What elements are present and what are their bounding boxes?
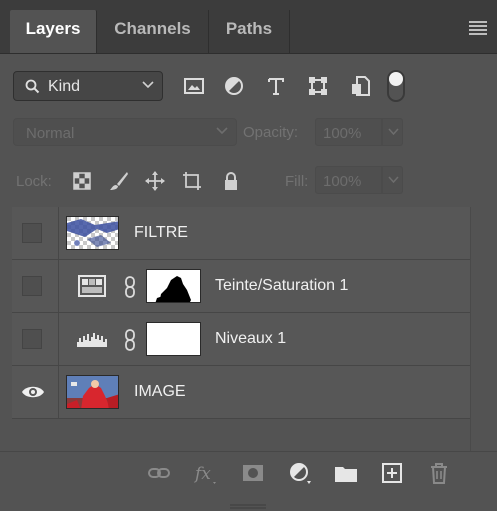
lock-image-pixels-icon[interactable] <box>108 170 130 192</box>
tab-channels[interactable]: Channels <box>97 10 209 53</box>
layers-empty-area <box>12 419 470 451</box>
kind-label: Kind <box>48 78 81 95</box>
layer-row[interactable]: Niveaux 1 <box>12 313 470 366</box>
tab-paths[interactable]: Paths <box>209 10 290 53</box>
chevron-down-icon <box>388 176 399 184</box>
layer-name[interactable]: IMAGE <box>134 383 186 401</box>
layers-scrollbar[interactable] <box>470 207 497 451</box>
hue-saturation-icon[interactable] <box>78 275 106 297</box>
link-icon[interactable] <box>123 328 137 352</box>
visibility-toggle[interactable] <box>12 366 59 418</box>
layer-row[interactable]: IMAGE <box>12 366 470 419</box>
lock-label: Lock: <box>16 173 52 190</box>
resize-grip[interactable] <box>228 503 268 509</box>
layers-panel: Layers Channels Paths Kind Normal Opacit… <box>0 0 497 511</box>
fill-label: Fill: <box>285 173 309 190</box>
chevron-down-icon <box>216 127 228 135</box>
layer-name[interactable]: Niveaux 1 <box>215 330 286 348</box>
lock-transparent-pixels-icon[interactable] <box>71 170 93 192</box>
search-icon <box>25 79 40 94</box>
opacity-label: Opacity: <box>243 124 299 141</box>
pixel-layer-filter-icon[interactable] <box>182 74 206 98</box>
link-icon[interactable] <box>123 275 137 299</box>
filter-toggle-icon[interactable] <box>386 69 406 103</box>
lock-artboard-icon[interactable] <box>181 170 203 192</box>
opacity-value: 100% <box>323 125 362 142</box>
blend-mode-select[interactable]: Normal <box>13 118 237 146</box>
visibility-toggle[interactable] <box>12 313 59 365</box>
layer-row[interactable]: FILTRE <box>12 207 470 260</box>
layer-thumbnail <box>66 216 119 250</box>
blend-mode-value: Normal <box>26 125 75 142</box>
new-adjustment-icon[interactable] <box>288 461 312 485</box>
chevron-down-icon <box>142 81 154 89</box>
link-layers-icon[interactable] <box>147 461 171 485</box>
fill-dropdown-button[interactable] <box>382 166 403 194</box>
layer-mask-thumbnail[interactable] <box>146 269 201 303</box>
lock-position-icon[interactable] <box>144 170 166 192</box>
svg-text:fx: fx <box>194 464 211 484</box>
lock-all-icon[interactable] <box>220 170 242 192</box>
eye-icon <box>22 386 44 398</box>
type-layer-filter-icon[interactable] <box>264 74 288 98</box>
visibility-off-box <box>22 223 42 243</box>
fill-input[interactable]: 100% <box>315 166 382 194</box>
fx-icon[interactable]: fx <box>194 461 218 485</box>
smart-object-filter-icon[interactable] <box>348 74 372 98</box>
opacity-dropdown-button[interactable] <box>382 118 403 146</box>
levels-icon[interactable] <box>76 330 108 348</box>
visibility-off-box <box>22 276 42 296</box>
delete-layer-icon[interactable] <box>427 461 451 485</box>
visibility-toggle[interactable] <box>12 260 59 312</box>
layers-list: FILTRE Teinte/Saturation 1 Niveaux 1 IMA… <box>12 207 470 451</box>
shape-layer-filter-icon[interactable] <box>306 74 330 98</box>
adjustment-layer-filter-icon[interactable] <box>222 74 246 98</box>
panel-tab-bar: Layers Channels Paths <box>0 0 497 54</box>
layer-mask-thumbnail[interactable] <box>146 322 201 356</box>
visibility-toggle[interactable] <box>12 207 59 259</box>
opacity-input[interactable]: 100% <box>315 118 382 146</box>
new-group-icon[interactable] <box>334 461 358 485</box>
layer-name[interactable]: FILTRE <box>134 224 188 242</box>
layer-row[interactable]: Teinte/Saturation 1 <box>12 260 470 313</box>
fill-value: 100% <box>323 173 362 190</box>
panel-menu-icon[interactable] <box>469 21 487 35</box>
layer-name[interactable]: Teinte/Saturation 1 <box>215 277 348 295</box>
layer-thumbnail <box>66 375 119 409</box>
add-mask-icon[interactable] <box>241 461 265 485</box>
tab-layers[interactable]: Layers <box>10 10 97 53</box>
layer-filter-kind-select[interactable]: Kind <box>13 71 163 101</box>
chevron-down-icon <box>388 128 399 136</box>
visibility-off-box <box>22 329 42 349</box>
new-layer-icon[interactable] <box>380 461 404 485</box>
